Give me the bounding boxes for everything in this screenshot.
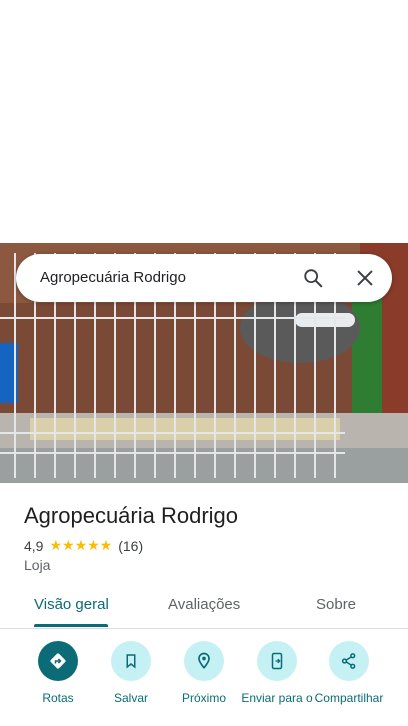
action-buttons: Rotas Salvar Próximo Enviar para o Compa… xyxy=(0,641,408,726)
review-count: (16) xyxy=(118,537,144,554)
tab-reviews[interactable]: Avaliações xyxy=(168,596,240,613)
nearby-button[interactable]: Próximo xyxy=(167,641,241,705)
tab-bar: Visão geral Avaliações Sobre xyxy=(0,587,408,629)
nearby-icon xyxy=(184,641,224,681)
rating-value: 4,9 xyxy=(24,537,44,554)
place-category: Loja xyxy=(24,557,51,573)
rating-row[interactable]: 4,9 ★★★★★ (16) xyxy=(24,537,143,554)
send-to-phone-button[interactable]: Enviar para o xyxy=(240,641,314,705)
share-icon xyxy=(329,641,369,681)
search-bar[interactable]: Agropecuária Rodrigo xyxy=(16,254,392,302)
place-details-sheet: Agropecuária Rodrigo 4,9 ★★★★★ (16) Loja… xyxy=(0,483,408,726)
directions-icon xyxy=(38,641,78,681)
save-button[interactable]: Salvar xyxy=(94,641,168,705)
directions-button[interactable]: Rotas xyxy=(21,641,95,705)
share-label: Compartilhar xyxy=(314,691,384,705)
bookmark-icon xyxy=(111,641,151,681)
tab-overview[interactable]: Visão geral xyxy=(34,596,109,613)
close-icon[interactable] xyxy=(354,267,376,289)
search-input[interactable]: Agropecuária Rodrigo xyxy=(40,269,186,286)
directions-label: Rotas xyxy=(42,691,74,705)
save-label: Salvar xyxy=(113,691,148,705)
place-title: Agropecuária Rodrigo xyxy=(24,503,239,528)
map-blank-area xyxy=(0,0,408,243)
search-icon[interactable] xyxy=(302,267,324,289)
nearby-label: Próximo xyxy=(181,691,226,705)
share-button[interactable]: Compartilhar xyxy=(312,641,386,705)
active-tab-indicator xyxy=(34,624,108,627)
rating-stars: ★★★★★ xyxy=(49,537,113,553)
tab-about[interactable]: Sobre xyxy=(316,596,356,613)
send-to-phone-label: Enviar para o xyxy=(241,691,313,705)
send-to-phone-icon xyxy=(257,641,297,681)
